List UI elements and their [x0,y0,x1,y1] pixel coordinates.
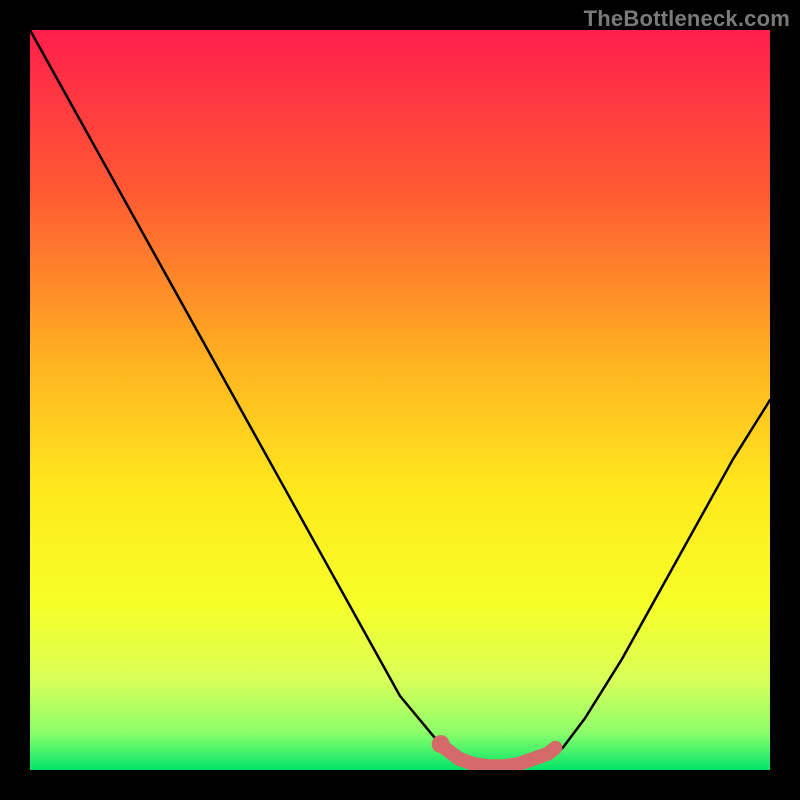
chart-stage: TheBottleneck.com [0,0,800,800]
highlight-dot [432,735,450,753]
bottleneck-curve-path [30,30,770,766]
watermark-text: TheBottleneck.com [584,6,790,32]
plot-area [30,30,770,770]
curve-layer [30,30,770,770]
highlight-arc-path [444,748,555,767]
